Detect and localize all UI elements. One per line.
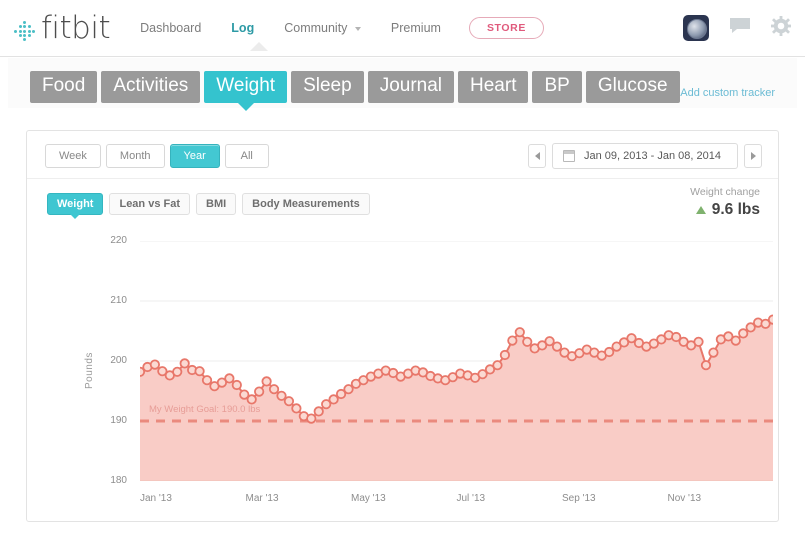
metric-subtabs: Weight Lean vs Fat BMI Body Measurements [47, 193, 376, 219]
tab-sleep[interactable]: Sleep [291, 71, 364, 103]
subtab-lean-vs-fat[interactable]: Lean vs Fat [109, 193, 190, 215]
fitbit-logo[interactable]: fitbit [14, 9, 111, 46]
nav-right-icons [683, 15, 791, 41]
tracker-tabs: Food Activities Weight Sleep Journal Hea… [30, 71, 684, 111]
user-avatar[interactable] [683, 15, 709, 41]
next-period-button[interactable] [744, 144, 762, 168]
add-custom-tracker-link[interactable]: Add custom tracker [680, 87, 775, 99]
date-range-text: Jan 09, 2013 - Jan 08, 2014 [584, 150, 721, 162]
chat-bubble-icon[interactable] [729, 17, 751, 40]
nav-item-dashboard[interactable]: Dashboard [140, 21, 201, 35]
nav-label: Premium [390, 21, 441, 35]
nav-label: Log [231, 21, 255, 35]
y-axis-title: Pounds [84, 352, 95, 389]
weight-change-label: Weight change [690, 186, 760, 198]
nav-item-premium[interactable]: Premium [391, 21, 441, 35]
active-nav-pointer [250, 42, 268, 51]
x-axis-tick-label: Jul '13 [456, 493, 486, 504]
date-range-navigator: Jan 09, 2013 - Jan 08, 2014 [528, 143, 762, 169]
y-axis-tick-label: 210 [110, 295, 127, 306]
previous-period-button[interactable] [528, 144, 546, 168]
tab-activities[interactable]: Activities [101, 71, 201, 103]
period-all[interactable]: All [224, 144, 269, 168]
period-week[interactable]: Week [45, 144, 101, 168]
weight-change-summary: Weight change 9.6 lbs [690, 186, 760, 219]
x-axis-tick-label: Jan '13 [140, 493, 172, 504]
period-selector: Week Month Year All [45, 144, 274, 168]
period-month[interactable]: Month [105, 144, 165, 168]
subtab-body-measurements[interactable]: Body Measurements [242, 193, 370, 215]
tab-weight[interactable]: Weight [204, 71, 288, 111]
weight-chart: Pounds 180 190 200 210 220 Jan '13 Mar '13 May… [27, 231, 780, 521]
weight-change-value: 9.6 lbs [711, 201, 760, 218]
store-button[interactable]: STORE [468, 17, 544, 39]
nav-label: Community [284, 21, 348, 35]
tab-heart[interactable]: Heart [458, 71, 529, 103]
nav-label: Dashboard [140, 21, 202, 35]
nav-item-community[interactable]: Community [284, 21, 361, 35]
goal-line-label: My Weight Goal: 190.0 lbs [149, 404, 261, 415]
period-year[interactable]: Year [169, 144, 220, 168]
y-axis-tick-label: 220 [110, 235, 127, 246]
brand-name: fitbit [41, 9, 111, 46]
x-axis-tick-label: Sep '13 [562, 493, 596, 504]
calendar-icon [563, 150, 575, 162]
tab-bp[interactable]: BP [532, 71, 582, 103]
date-range-field[interactable]: Jan 09, 2013 - Jan 08, 2014 [552, 143, 738, 169]
subtab-bmi[interactable]: BMI [196, 193, 237, 215]
y-axis-tick-label: 190 [110, 415, 127, 426]
top-navigation-bar: fitbit Dashboard Log Community Premium S… [0, 0, 805, 57]
arrow-up-icon [695, 206, 706, 214]
subtab-weight[interactable]: Weight [47, 193, 104, 219]
y-axis-tick-label: 200 [110, 355, 127, 366]
card-toolbar: Week Month Year All Jan 09, 2013 - Jan 0… [27, 131, 778, 179]
weight-chart-card: Week Month Year All Jan 09, 2013 - Jan 0… [26, 130, 779, 522]
y-axis-tick-label: 180 [110, 475, 127, 486]
fitbit-dots-icon [14, 17, 38, 42]
page-root: fitbit Dashboard Log Community Premium S… [0, 0, 805, 550]
nav-item-log[interactable]: Log [231, 21, 254, 35]
tab-food[interactable]: Food [30, 71, 98, 103]
tracker-tab-strip: Food Activities Weight Sleep Journal Hea… [8, 58, 797, 111]
x-axis-tick-label: May '13 [351, 493, 386, 504]
gear-icon[interactable] [771, 15, 791, 41]
tab-journal[interactable]: Journal [367, 71, 455, 103]
x-axis-tick-label: Nov '13 [667, 493, 702, 504]
weight-change-row: 9.6 lbs [690, 201, 760, 219]
chevron-left-icon [534, 152, 540, 160]
tab-glucose[interactable]: Glucose [585, 71, 680, 103]
chevron-down-icon [354, 26, 361, 31]
chart-plot-area[interactable] [140, 241, 773, 481]
chevron-right-icon [750, 152, 756, 160]
x-axis-tick-label: Mar '13 [245, 493, 279, 504]
